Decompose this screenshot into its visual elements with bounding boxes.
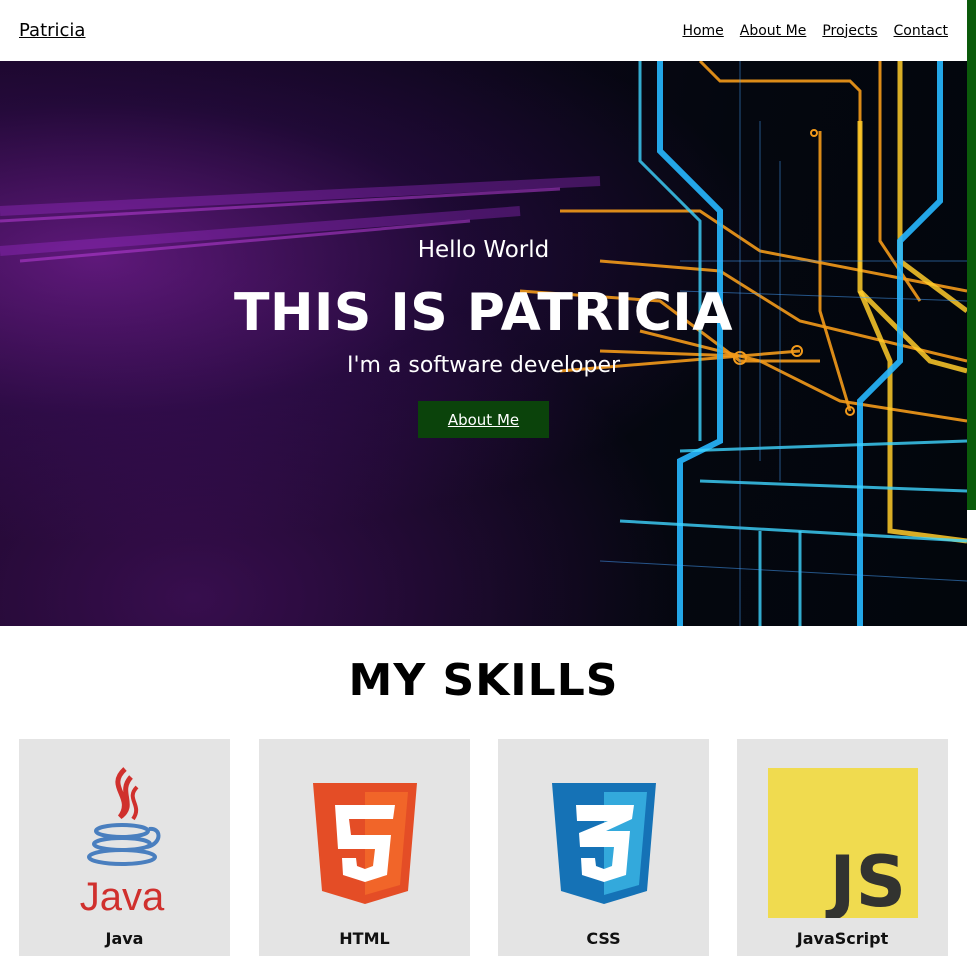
- skill-label-java: Java: [105, 929, 144, 948]
- svg-text:JS: JS: [825, 841, 905, 918]
- skill-card-javascript: JS JavaScript: [737, 739, 948, 956]
- javascript-icon: JS: [737, 767, 948, 919]
- svg-text:Java: Java: [79, 875, 164, 917]
- main-nav: Home About Me Projects Contact: [682, 23, 948, 39]
- nav-about-me[interactable]: About Me: [740, 23, 807, 39]
- hero-content: Hello World THIS IS PATRICIA I'm a softw…: [0, 61, 967, 626]
- java-icon: Java: [19, 767, 230, 919]
- scrollbar-thumb[interactable]: [967, 0, 976, 510]
- nav-projects[interactable]: Projects: [822, 23, 877, 39]
- hero-greeting: Hello World: [417, 237, 550, 263]
- html5-icon: [259, 767, 470, 919]
- site-header: Patricia Home About Me Projects Contact: [0, 0, 967, 61]
- skill-card-css: CSS: [498, 739, 709, 956]
- hero-title: THIS IS PATRICIA: [234, 283, 733, 343]
- skills-title: MY SKILLS: [348, 655, 619, 706]
- skill-label-css: CSS: [586, 929, 621, 948]
- nav-home[interactable]: Home: [682, 23, 723, 39]
- hero-subtitle: I'm a software developer: [346, 353, 621, 378]
- page-scrollbar[interactable]: [967, 0, 976, 956]
- hero-section: Hello World THIS IS PATRICIA I'm a softw…: [0, 61, 967, 626]
- skill-card-java: Java Java: [19, 739, 230, 956]
- skill-label-javascript: JavaScript: [796, 929, 889, 948]
- nav-contact[interactable]: Contact: [894, 23, 948, 39]
- brand-link[interactable]: Patricia: [19, 20, 85, 41]
- about-me-button[interactable]: About Me: [418, 401, 549, 438]
- css3-icon: [498, 767, 709, 919]
- skill-label-html: HTML: [339, 929, 390, 948]
- skill-card-html: HTML: [259, 739, 470, 956]
